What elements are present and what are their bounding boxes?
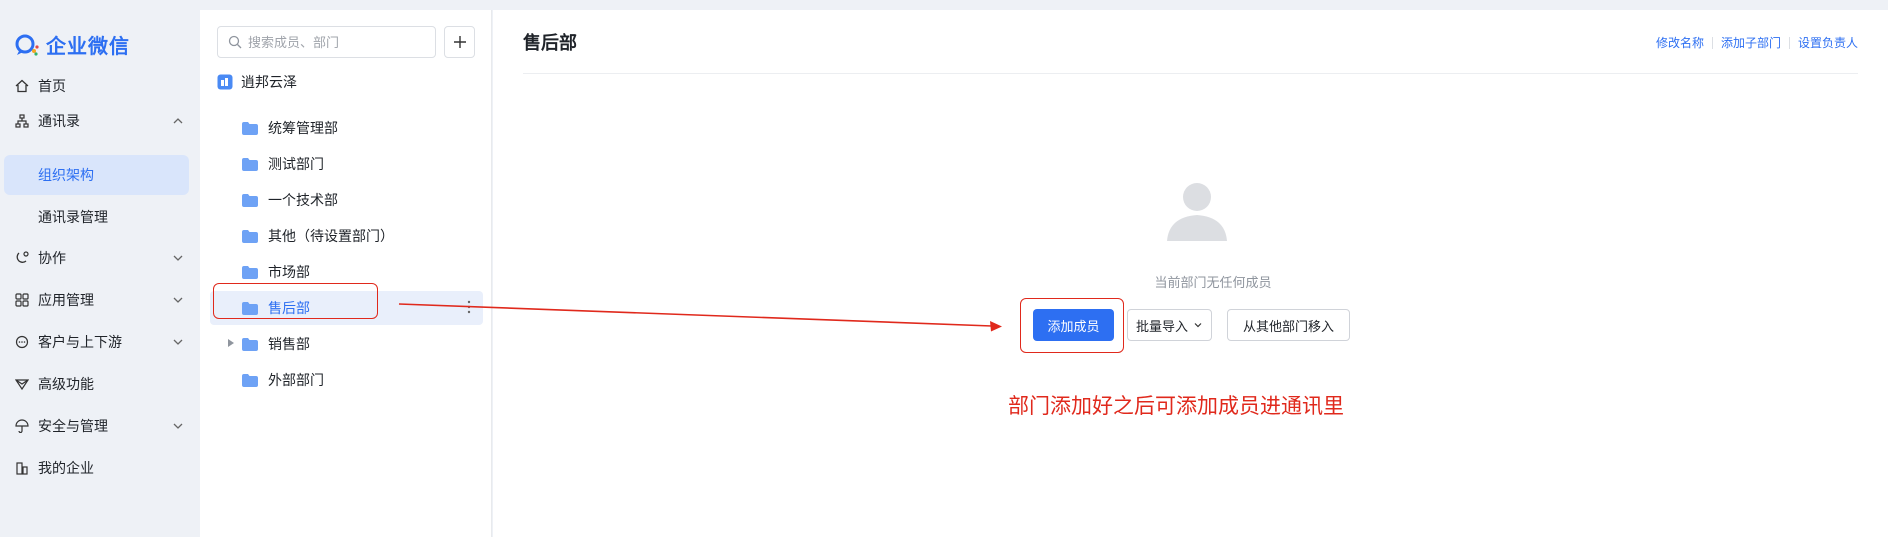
chevron-down-icon[interactable] [170,418,186,434]
dept-label: 其他（待设置部门） [268,228,394,244]
chevron-down-icon [1194,323,1202,328]
home-icon [14,78,30,94]
folder-icon [242,157,258,171]
nav-item-label: 首页 [38,78,66,94]
move-from-label: 从其他部门移入 [1242,318,1334,334]
nav-item-label: 应用管理 [38,292,94,308]
collaboration-icon [14,250,30,266]
nav-item-label: 安全与管理 [38,418,108,434]
dept-item[interactable]: 一个技术部 [210,183,483,217]
search-input[interactable] [248,34,428,50]
nav-item-customers[interactable]: 客户与上下游 [14,331,186,353]
top-strip [0,0,1888,10]
dept-label: 外部部门 [268,372,324,388]
nav-item-label: 协作 [38,250,66,266]
plus-icon [453,36,466,48]
building-icon [14,460,30,476]
batch-import-label: 批量导入 [1135,318,1188,334]
dept-item[interactable]: 测试部门 [210,147,483,181]
nav-item-home[interactable]: 首页 [14,75,186,97]
folder-icon [242,193,258,207]
add-subdept-link[interactable]: 添加子部门 [1721,34,1781,51]
diamond-icon [14,376,30,392]
nav-item-advanced[interactable]: 高级功能 [14,373,186,395]
umbrella-icon [14,418,30,434]
add-button[interactable] [444,26,475,58]
page-title: 售后部 [523,33,577,53]
rename-link[interactable]: 修改名称 [1656,34,1704,51]
company-icon [217,74,233,90]
caret-right-icon[interactable] [228,339,234,347]
folder-icon [242,265,258,279]
nav-item-label: 通讯录 [38,113,80,129]
search-icon [228,35,242,49]
set-owner-link[interactable]: 设置负责人 [1798,34,1858,51]
dept-item-selected[interactable]: 售后部 [210,291,483,325]
nav-subitem-contacts-manage[interactable]: 通讯录管理 [38,207,108,227]
empty-avatar-icon [1167,183,1227,241]
empty-state-text: 当前部门无任何成员 [1154,275,1272,290]
chevron-down-icon[interactable] [170,334,186,350]
nav-item-label: 高级功能 [38,376,94,392]
annotation-text: 部门添加好之后可添加成员进通讯里 [1008,395,1344,418]
chat-bubble-icon [14,334,30,350]
more-vertical-icon[interactable] [467,300,471,314]
dept-label: 售后部 [268,300,310,316]
dept-item[interactable]: 其他（待设置部门） [210,219,483,253]
dept-item[interactable]: 统筹管理部 [210,111,483,145]
folder-icon [242,373,258,387]
search-box[interactable] [217,26,436,58]
nav-item-my-company[interactable]: 我的企业 [14,457,186,479]
nav-item-collaboration[interactable]: 协作 [14,247,186,269]
dept-label: 统筹管理部 [268,120,338,136]
header-divider [523,73,1858,74]
left-nav: 企业微信 首页 通讯录 组织架构 通讯录管理 协作 应用管理 客户与上下游 高级… [0,10,200,537]
nav-item-app-manage[interactable]: 应用管理 [14,289,186,311]
nav-item-label: 我的企业 [38,460,94,476]
chevron-down-icon[interactable] [170,250,186,266]
dept-item[interactable]: 市场部 [210,255,483,289]
nav-item-contacts[interactable]: 通讯录 [14,110,186,132]
wecom-logo-icon [15,34,39,56]
nav-selected-bg [4,155,189,195]
dept-label: 测试部门 [268,156,324,172]
link-divider [1711,36,1713,49]
brand-name: 企业微信 [46,36,130,58]
chevron-up-icon[interactable] [170,113,186,129]
folder-icon [242,337,258,351]
folder-icon [242,121,258,135]
org-chart-icon [14,113,30,129]
dept-item[interactable]: 外部部门 [210,363,483,397]
org-root[interactable]: 逍邦云泽 [217,72,297,92]
folder-icon [242,301,258,315]
link-divider [1788,36,1790,49]
add-member-button[interactable]: 添加成员 [1033,309,1114,341]
department-panel: 逍邦云泽 统筹管理部 测试部门 一个技术部 其他（待设置部门） 市场部 售后部 … [200,10,492,537]
nav-subitem-org-structure[interactable]: 组织架构 [38,165,94,185]
brand-logo[interactable]: 企业微信 [14,30,130,59]
dept-item[interactable]: 销售部 [210,327,483,361]
dept-label: 销售部 [268,336,310,352]
nav-item-label: 客户与上下游 [38,334,122,350]
nav-item-security[interactable]: 安全与管理 [14,415,186,437]
main-content: 售后部 修改名称 添加子部门 设置负责人 当前部门无任何成员 添加成员 批量导入… [493,10,1888,537]
header-links: 修改名称 添加子部门 设置负责人 [1656,34,1858,51]
dept-label: 一个技术部 [268,192,338,208]
dept-label: 市场部 [268,264,310,280]
apps-grid-icon [14,292,30,308]
chevron-down-icon[interactable] [170,292,186,308]
move-from-other-dept-button[interactable]: 从其他部门移入 [1227,309,1350,341]
org-root-label: 逍邦云泽 [241,74,297,90]
batch-import-button[interactable]: 批量导入 [1127,309,1212,341]
folder-icon [242,229,258,243]
